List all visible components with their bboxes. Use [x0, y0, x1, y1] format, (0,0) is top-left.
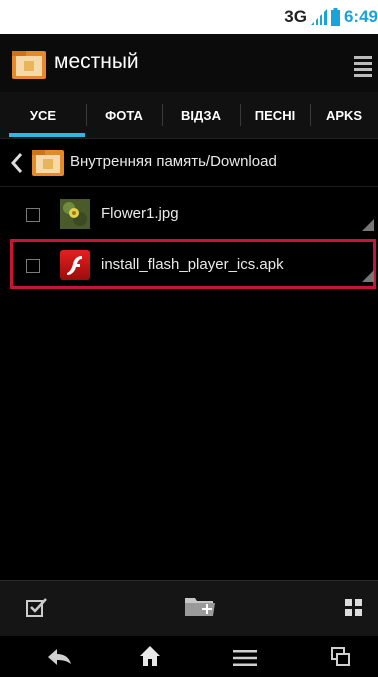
recent-apps-icon[interactable] — [331, 647, 351, 667]
folder-icon — [32, 150, 64, 176]
file-checkbox[interactable] — [26, 259, 40, 273]
clock: 6:49 — [343, 7, 378, 26]
back-icon[interactable] — [48, 649, 72, 665]
active-tab-indicator — [9, 133, 85, 137]
tab-videos[interactable]: ВІДЗА — [162, 92, 240, 138]
tab-label: ФОТА — [105, 107, 143, 123]
grid-view-icon[interactable] — [345, 599, 363, 617]
battery-icon — [330, 8, 340, 26]
menu-icon[interactable] — [354, 54, 372, 78]
tab-apks[interactable]: APKS — [310, 92, 378, 138]
network-type: 3G — [284, 7, 307, 26]
file-row[interactable]: install_flash_player_ics.apk — [0, 241, 378, 289]
tab-songs[interactable]: ПЕСНІ — [240, 92, 310, 138]
file-name: Flower1.jpg — [101, 205, 179, 222]
corner-indicator-icon — [362, 219, 374, 231]
menu-lines-icon[interactable] — [233, 650, 257, 666]
file-checkbox[interactable] — [26, 208, 40, 222]
status-bar: 3G 6:49 — [0, 0, 378, 34]
category-tabs: УСЕ ФОТА ВІДЗА ПЕСНІ APKS — [0, 92, 378, 139]
breadcrumb-path[interactable]: Внутренняя память/Download — [70, 153, 277, 170]
new-folder-icon[interactable] — [184, 594, 216, 620]
home-icon[interactable] — [139, 645, 161, 667]
tab-label: ВІДЗА — [181, 107, 221, 123]
page-title: местный — [54, 50, 139, 73]
signal-icon — [310, 9, 327, 25]
chevron-left-icon[interactable] — [10, 152, 24, 174]
file-name: install_flash_player_ics.apk — [101, 256, 284, 273]
tab-label: УСЕ — [29, 107, 57, 123]
image-thumbnail-icon — [60, 199, 90, 229]
folder-app-icon[interactable] — [12, 47, 46, 81]
tab-label: APKS — [325, 107, 363, 123]
select-checkbox-icon[interactable] — [26, 597, 48, 617]
tab-all[interactable]: УСЕ — [0, 92, 86, 138]
corner-indicator-icon — [362, 270, 374, 282]
file-row[interactable]: Flower1.jpg — [0, 190, 378, 238]
status-indicators: 3G 6:49 — [284, 0, 378, 34]
flash-player-icon — [60, 250, 90, 280]
tab-label: ПЕСНІ — [254, 107, 296, 123]
tab-photos[interactable]: ФОТА — [86, 92, 162, 138]
